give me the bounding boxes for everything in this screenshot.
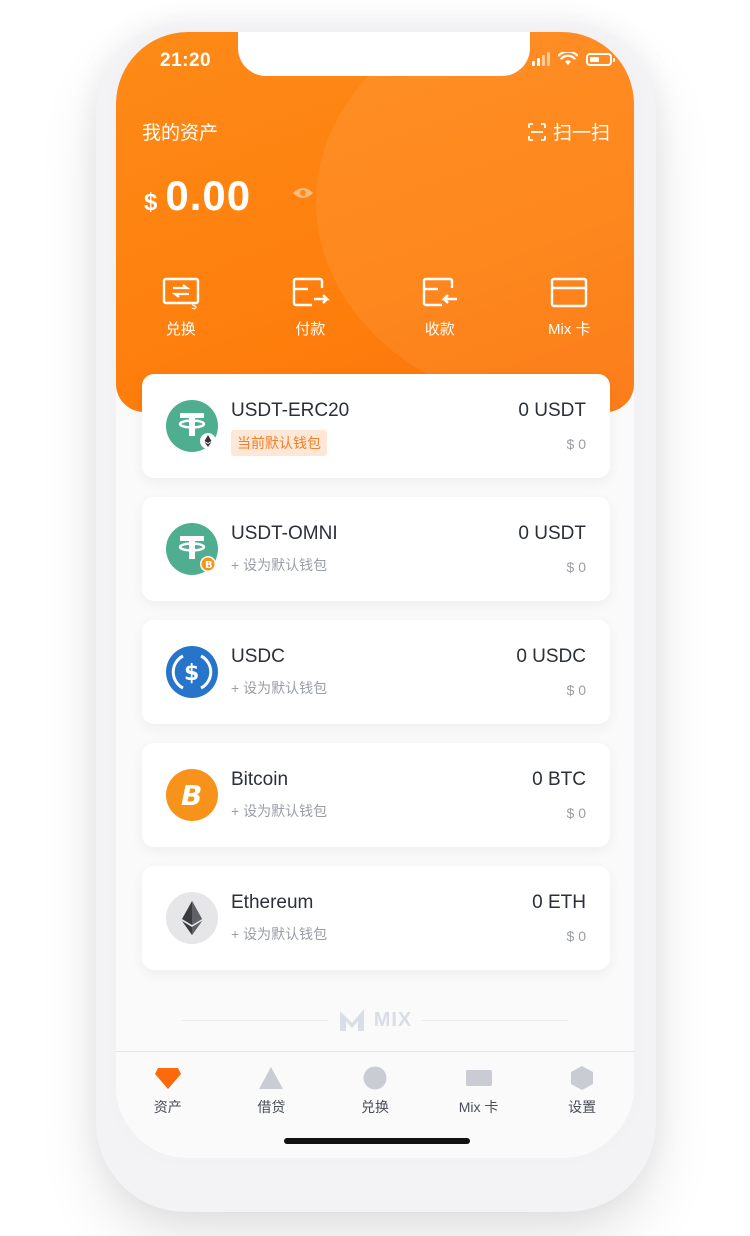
total-balance: $ 0.00: [144, 172, 251, 220]
device-frame: 21:20 我的资产 扫一扫 $ 0.00 $ 兑换 付款 收款 Mix 卡 U…: [108, 26, 642, 1166]
status-time: 21:20: [160, 50, 212, 71]
svg-text:B: B: [181, 779, 202, 812]
balance-amount: 0.00: [165, 172, 252, 219]
wallet-amount: 0 USDT: [518, 400, 586, 421]
wallet-card-usdc[interactable]: $ USDC + 设为默认钱包 0 USDC $ 0: [142, 620, 610, 724]
scan-icon: [528, 122, 546, 141]
tab-label: 借贷: [257, 1099, 286, 1115]
action-label: 付款: [295, 321, 326, 338]
wallet-card-bitcoin[interactable]: B Bitcoin + 设为默认钱包 0 BTC $ 0: [142, 743, 610, 847]
wallet-name: USDT-OMNI: [231, 523, 338, 544]
wallet-card-ethereum[interactable]: Ethereum + 设为默认钱包 0 ETH $ 0: [142, 866, 610, 970]
card-icon: [465, 1070, 492, 1086]
wallet-list: USDT-ERC20 当前默认钱包 0 USDT $ 0 B USDT-OMNI…: [142, 374, 610, 989]
default-wallet-badge: 当前默认钱包: [231, 430, 327, 456]
action-label: Mix 卡: [548, 321, 591, 338]
circle-icon: [363, 1066, 387, 1090]
svg-text:$: $: [191, 301, 197, 310]
tab-assets[interactable]: 资产: [116, 1052, 220, 1158]
tab-label: 资产: [153, 1099, 182, 1115]
wallet-card-usdt-erc20[interactable]: USDT-ERC20 当前默认钱包 0 USDT $ 0: [142, 374, 610, 478]
set-default-link[interactable]: + 设为默认钱包: [231, 801, 327, 821]
device-notch: [238, 32, 530, 76]
action-label: 兑换: [165, 321, 196, 338]
quick-actions: $ 兑换 付款 收款 Mix 卡: [116, 276, 634, 339]
set-default-link[interactable]: + 设为默认钱包: [231, 924, 327, 944]
wallet-card-usdt-omni[interactable]: B USDT-OMNI + 设为默认钱包 0 USDT $ 0: [142, 497, 610, 601]
scan-button[interactable]: 扫一扫: [527, 118, 610, 145]
action-pay[interactable]: 付款: [246, 276, 376, 339]
signal-icon: [532, 52, 550, 66]
set-default-link[interactable]: + 设为默认钱包: [231, 678, 327, 698]
wallet-fiat-value: $ 0: [566, 436, 586, 452]
wallet-amount: 0 USDT: [518, 523, 586, 544]
wallet-name: USDC: [231, 646, 285, 667]
bitcoin-icon: B: [166, 769, 218, 821]
wallet-fiat-value: $ 0: [566, 682, 586, 698]
tether-btc-icon: B: [166, 523, 218, 575]
wallet-fiat-value: $ 0: [566, 559, 586, 575]
svg-text:B: B: [205, 560, 213, 571]
tab-label: 兑换: [360, 1099, 389, 1115]
exchange-icon: $: [162, 277, 199, 310]
receive-icon: [422, 277, 457, 307]
mix-logo-icon: [339, 1009, 364, 1031]
tab-label: 设置: [568, 1099, 597, 1115]
scan-label: 扫一扫: [552, 123, 610, 144]
triangle-icon: [259, 1067, 284, 1089]
hexagon-icon: [571, 1066, 594, 1090]
action-exchange[interactable]: $ 兑换: [116, 276, 246, 339]
action-mix-card[interactable]: Mix 卡: [505, 276, 635, 339]
page-title: 我的资产: [142, 123, 219, 144]
diamond-icon: [154, 1068, 181, 1089]
wallet-name: USDT-ERC20: [231, 400, 350, 421]
divider: [182, 1020, 328, 1021]
action-receive[interactable]: 收款: [375, 276, 505, 339]
card-icon: [551, 277, 588, 308]
divider: [422, 1020, 568, 1021]
ethereum-icon: [166, 892, 218, 944]
set-default-link[interactable]: + 设为默认钱包: [231, 555, 327, 575]
wallet-name: Ethereum: [231, 892, 314, 913]
tab-label: Mix 卡: [458, 1099, 499, 1115]
wallet-fiat-value: $ 0: [566, 928, 586, 944]
wallet-amount: 0 ETH: [532, 892, 586, 913]
eye-icon[interactable]: [292, 186, 314, 200]
wallet-name: Bitcoin: [231, 769, 289, 790]
usdc-icon: $: [166, 646, 218, 698]
battery-icon: [586, 53, 615, 66]
home-indicator[interactable]: [284, 1138, 470, 1144]
footer-brand: MIX: [116, 1004, 634, 1036]
action-label: 收款: [424, 321, 455, 338]
wifi-icon: [558, 52, 578, 65]
wallet-fiat-value: $ 0: [566, 805, 586, 821]
status-icons: [532, 52, 615, 66]
wallet-amount: 0 BTC: [532, 769, 586, 790]
app-screen: 21:20 我的资产 扫一扫 $ 0.00 $ 兑换 付款 收款 Mix 卡 U…: [116, 32, 634, 1158]
tether-eth-icon: [166, 400, 218, 452]
svg-text:$: $: [184, 661, 199, 686]
pay-icon: [293, 277, 331, 307]
footer-brand-text: MIX: [373, 1008, 413, 1031]
wallet-amount: 0 USDC: [516, 646, 586, 667]
balance-currency: $: [144, 189, 158, 216]
tab-settings[interactable]: 设置: [530, 1052, 634, 1158]
assets-header: [116, 32, 634, 412]
